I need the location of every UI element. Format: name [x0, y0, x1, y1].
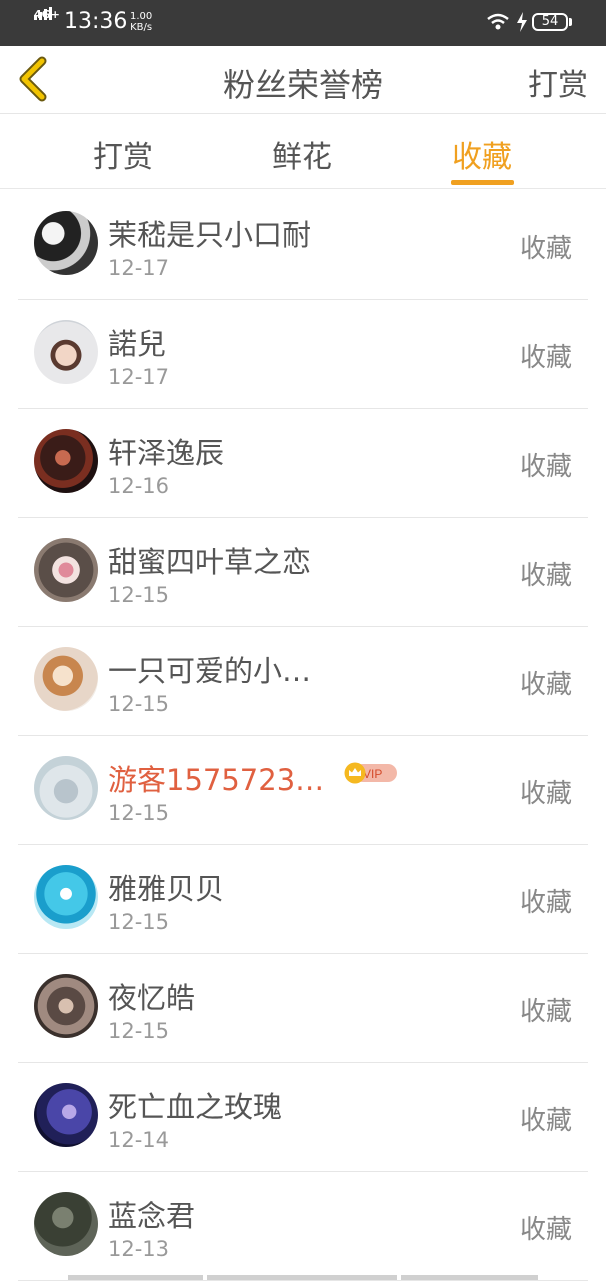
item-date: 12-16: [108, 474, 170, 498]
active-tab-indicator: [451, 180, 514, 185]
item-action: 收藏: [519, 343, 572, 373]
vip-label: VIP: [363, 767, 382, 781]
bottom-divider: [401, 1275, 538, 1280]
item-action: 收藏: [519, 561, 572, 591]
avatar: [34, 320, 98, 384]
network-speed: 1.00 KB/s: [130, 11, 152, 33]
reward-button[interactable]: 打赏: [528, 60, 588, 104]
user-name: 轩泽逸辰: [108, 436, 225, 470]
battery-tip: [569, 18, 572, 26]
list-item[interactable]: 一只可爱的小… 12-15 收藏: [18, 626, 588, 736]
page-title: 粉丝荣誉榜: [222, 66, 383, 104]
item-action: 收藏: [519, 234, 572, 264]
item-action: 收藏: [519, 779, 572, 809]
list-item[interactable]: 死亡血之玫瑰 12-14 收藏: [18, 1062, 588, 1172]
user-name: 游客1575723…: [108, 763, 325, 797]
item-action: 收藏: [519, 670, 572, 700]
tab-favorites[interactable]: 收藏: [452, 132, 512, 176]
status-time: 13:36: [64, 9, 128, 34]
user-name: 一只可爱的小…: [108, 654, 312, 688]
item-date: 12-15: [108, 910, 170, 934]
tab-reward[interactable]: 打赏: [93, 132, 153, 176]
bottom-divider: [68, 1275, 203, 1280]
avatar: [34, 211, 98, 275]
speed-unit: KB/s: [130, 22, 153, 33]
list-item[interactable]: 茉嵇是只小口耐 12-17 收藏: [18, 190, 588, 300]
battery-level: 54: [532, 13, 568, 31]
user-name: 茉嵇是只小口耐: [108, 218, 312, 252]
item-date: 12-13: [108, 1237, 170, 1261]
avatar: [34, 647, 98, 711]
item-action: 收藏: [519, 888, 572, 918]
item-date: 12-15: [108, 692, 170, 716]
avatar: [34, 1192, 98, 1256]
user-name: 雅雅贝贝: [108, 872, 225, 906]
avatar: [34, 538, 98, 602]
user-name: 蓝念君: [108, 1199, 196, 1233]
avatar: [34, 429, 98, 493]
tab-bar: 打赏 鲜花 收藏: [0, 114, 606, 189]
list-item[interactable]: 游客1575723… VIP 12-15 收藏: [18, 735, 588, 845]
avatar: [34, 865, 98, 929]
list-item[interactable]: 轩泽逸辰 12-16 收藏: [18, 408, 588, 518]
status-bar: 4G+ 13:36 1.00 KB/s 54: [0, 0, 606, 46]
user-name: 死亡血之玫瑰: [108, 1090, 283, 1124]
user-name: 夜忆皓: [108, 981, 196, 1015]
avatar: [34, 756, 98, 820]
user-name: 諾兒: [108, 327, 167, 361]
item-action: 收藏: [519, 997, 572, 1027]
avatar: [34, 1083, 98, 1147]
item-action: 收藏: [519, 1215, 572, 1245]
wifi-icon: [487, 13, 509, 30]
item-date: 12-14: [108, 1128, 170, 1152]
tab-flowers[interactable]: 鲜花: [272, 132, 332, 176]
item-action: 收藏: [519, 452, 572, 482]
avatar: [34, 974, 98, 1038]
vip-badge: VIP: [344, 762, 397, 784]
item-action: 收藏: [519, 1106, 572, 1136]
list-item[interactable]: 甜蜜四叶草之恋 12-15 收藏: [18, 517, 588, 627]
item-date: 12-17: [108, 256, 170, 280]
item-date: 12-15: [108, 1019, 170, 1043]
list-item[interactable]: 夜忆皓 12-15 收藏: [18, 953, 588, 1063]
item-date: 12-15: [108, 583, 170, 607]
list-item[interactable]: 雅雅贝贝 12-15 收藏: [18, 844, 588, 954]
list-item[interactable]: 諾兒 12-17 收藏: [18, 299, 588, 409]
speed-value: 1.00: [130, 11, 153, 22]
bottom-divider: [207, 1275, 397, 1280]
top-bar: 粉丝荣誉榜 打赏: [0, 46, 606, 114]
user-name: 甜蜜四叶草之恋: [108, 545, 312, 579]
item-date: 12-17: [108, 365, 170, 389]
item-date: 12-15: [108, 801, 170, 825]
list-item[interactable]: 蓝念君 12-13 收藏: [18, 1171, 588, 1281]
charging-icon: [517, 12, 527, 32]
